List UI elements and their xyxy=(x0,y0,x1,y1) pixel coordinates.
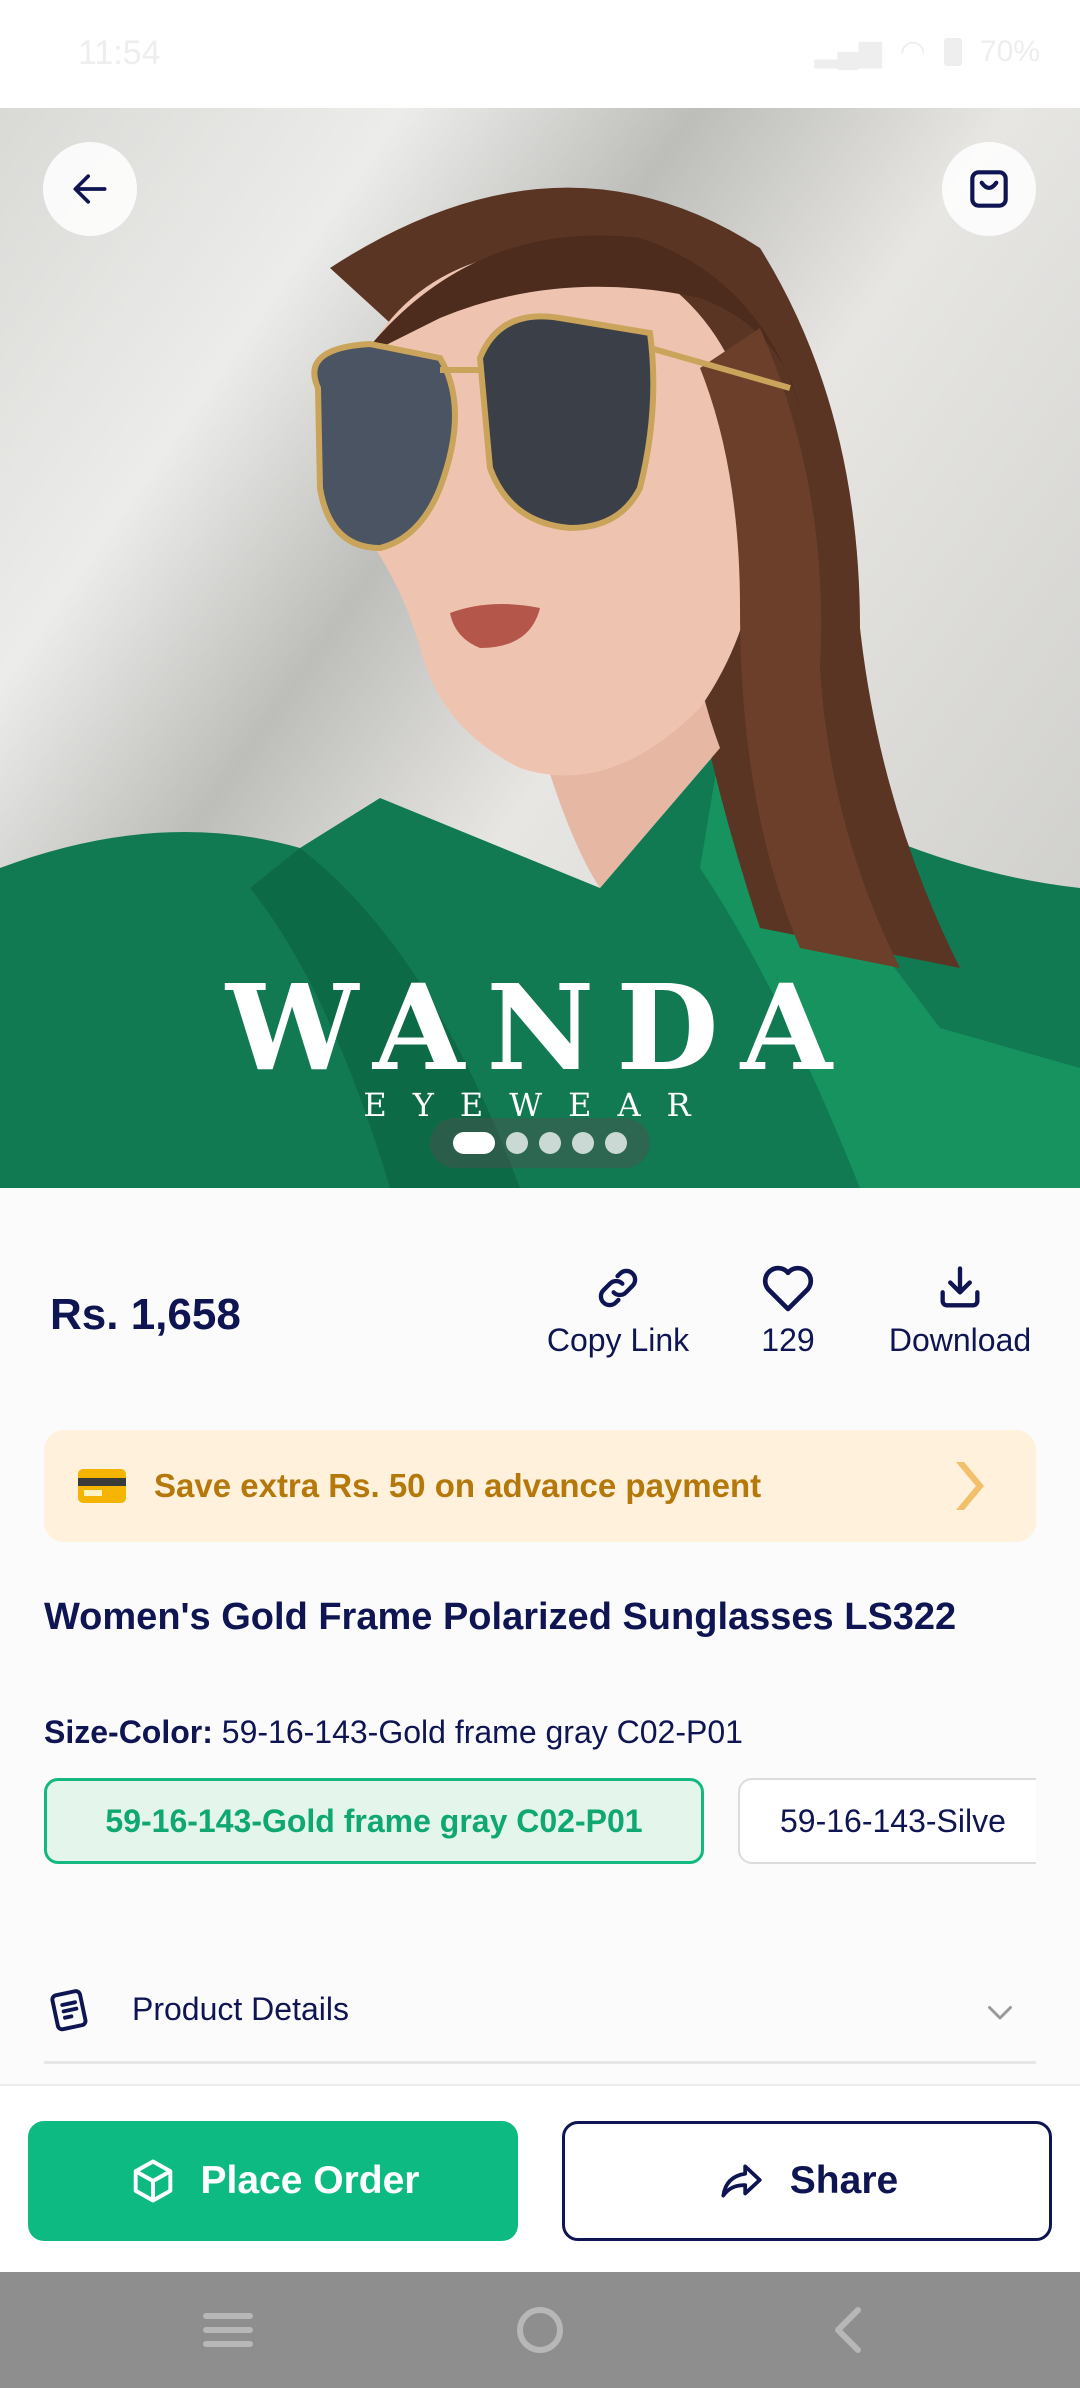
carousel-dot[interactable] xyxy=(605,1132,627,1154)
share-icon xyxy=(721,2164,762,2198)
carousel-indicator xyxy=(430,1118,650,1168)
product-title: Women's Gold Frame Polarized Sunglasses … xyxy=(44,1596,957,1638)
product-details-label: Product Details xyxy=(132,1991,349,2027)
share-label: Share xyxy=(789,2159,899,2202)
document-icon xyxy=(50,1988,88,2031)
variant-line: Size-Color: 59-16-143-Gold frame gray C0… xyxy=(44,1714,743,1751)
carousel-dot[interactable] xyxy=(506,1132,528,1154)
bottom-action-bar: Place Order Share xyxy=(0,2084,1080,2272)
variant-option-selected[interactable]: 59-16-143-Gold frame gray C02-P01 xyxy=(44,1778,704,1864)
variant-option[interactable]: 59-16-143-Silve xyxy=(738,1778,1036,1864)
promo-text: Save extra Rs. 50 on advance payment xyxy=(154,1467,762,1504)
shopping-bag-icon xyxy=(970,170,1008,208)
home-circle-icon[interactable] xyxy=(512,2304,568,2356)
advance-payment-banner[interactable]: Save extra Rs. 50 on advance payment xyxy=(44,1430,1036,1542)
copy-link-label: Copy Link xyxy=(546,1322,690,1358)
download-icon xyxy=(940,1266,980,1308)
brand-logo-name: WANDA xyxy=(225,958,855,1097)
chevron-down-icon xyxy=(988,2006,1012,2020)
copy-link-button[interactable]: Copy Link xyxy=(538,1262,698,1359)
signal-icon: ▂▄▆ xyxy=(814,35,882,68)
download-button[interactable]: Download xyxy=(874,1262,1046,1359)
like-count: 129 xyxy=(761,1322,815,1358)
link-icon xyxy=(598,1268,638,1308)
like-button[interactable]: 129 xyxy=(738,1262,838,1359)
back-button[interactable] xyxy=(43,142,137,236)
place-order-button[interactable]: Place Order xyxy=(28,2121,518,2241)
box-icon xyxy=(133,2159,172,2203)
variant-options: 59-16-143-Gold frame gray C02-P01 59-16-… xyxy=(44,1778,1036,1868)
download-label: Download xyxy=(888,1322,1032,1358)
chevron-right-icon xyxy=(956,1462,984,1510)
cart-button[interactable] xyxy=(942,142,1036,236)
back-arrow-icon xyxy=(73,174,107,204)
back-nav-icon[interactable] xyxy=(822,2304,878,2356)
share-button[interactable]: Share xyxy=(562,2121,1052,2241)
variant-selected-value: 59-16-143-Gold frame gray C02-P01 xyxy=(221,1714,743,1750)
status-icons: ▂▄▆ ◠ 70% xyxy=(814,34,1040,69)
product-details-accordion[interactable]: Product Details xyxy=(44,1958,1036,2064)
battery-icon xyxy=(943,37,962,66)
carousel-dot[interactable] xyxy=(572,1132,594,1154)
battery-level: 70% xyxy=(979,34,1040,68)
heart-icon xyxy=(762,1265,814,1312)
system-nav-bar xyxy=(0,2272,1080,2388)
carousel-dot[interactable] xyxy=(539,1132,561,1154)
status-bar: 11:54 ▂▄▆ ◠ 70% xyxy=(0,0,1080,108)
variant-label: Size-Color: xyxy=(44,1714,213,1750)
status-time: 11:54 xyxy=(78,34,161,72)
product-price: Rs. 1,658 xyxy=(50,1290,241,1339)
credit-card-icon xyxy=(78,1469,126,1503)
menu-icon[interactable] xyxy=(200,2304,256,2356)
carousel-dot-active[interactable] xyxy=(453,1132,495,1154)
wifi-icon: ◠ xyxy=(899,35,926,68)
product-image-carousel[interactable]: WANDA EYEWEAR xyxy=(0,108,1080,1188)
place-order-label: Place Order xyxy=(200,2159,420,2202)
